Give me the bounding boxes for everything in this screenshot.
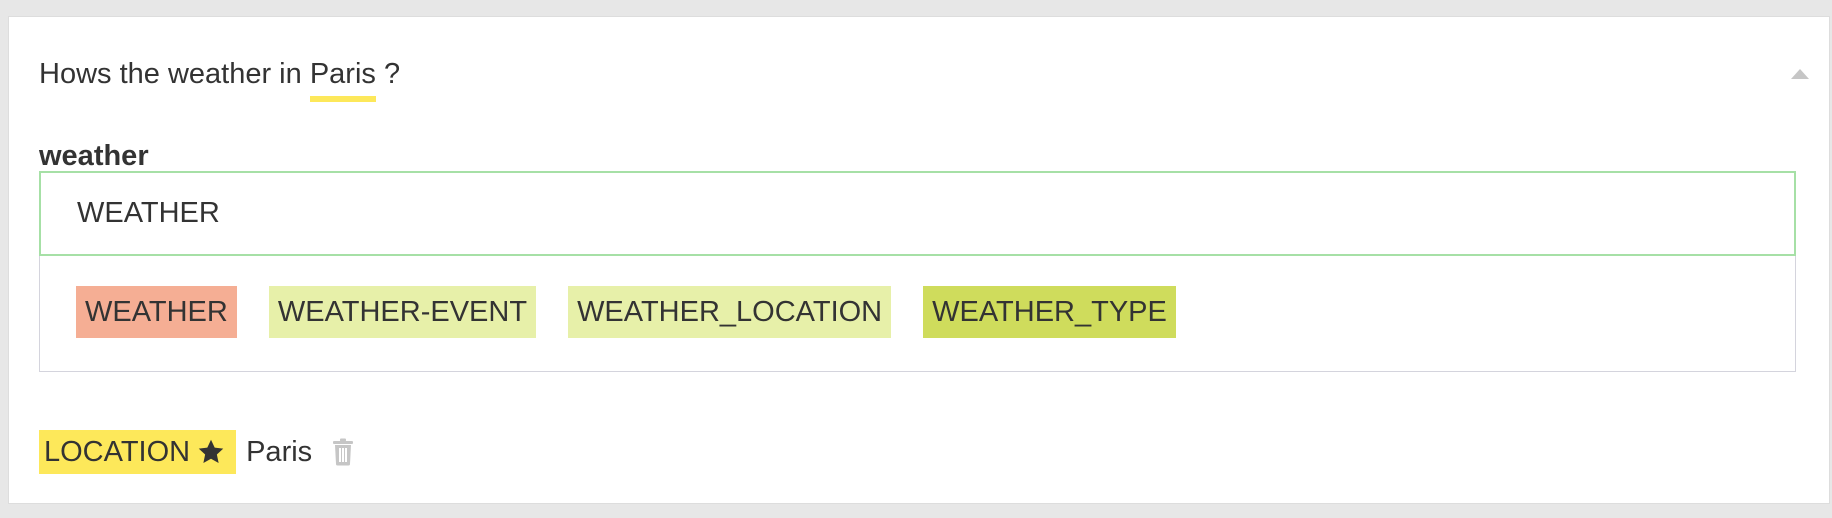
entity-value: Paris bbox=[246, 435, 313, 468]
suggestion-weather-event[interactable]: WEATHER-EVENT bbox=[268, 286, 537, 338]
trash-icon[interactable] bbox=[332, 438, 354, 466]
suggestion-weather-type[interactable]: WEATHER_TYPE bbox=[923, 286, 1176, 338]
star-icon[interactable] bbox=[196, 437, 226, 467]
entity-row: LOCATION Paris bbox=[39, 430, 354, 474]
intent-suggestions: WEATHER WEATHER-EVENT WEATHER_LOCATION W… bbox=[76, 286, 1176, 338]
entity-type-tag[interactable]: LOCATION bbox=[39, 430, 237, 474]
suggestion-weather-location[interactable]: WEATHER_LOCATION bbox=[568, 286, 892, 338]
sentence-prefix: Hows the weather in bbox=[39, 58, 310, 90]
intent-heading: weather bbox=[39, 140, 149, 172]
entity-type-label: LOCATION bbox=[44, 435, 191, 468]
example-sentence: Hows the weather in Paris ? bbox=[39, 55, 401, 102]
sentence-suffix: ? bbox=[375, 58, 401, 90]
intent-card: Hows the weather in Paris ? weather WEAT… bbox=[8, 16, 1830, 504]
intent-input[interactable] bbox=[39, 171, 1796, 256]
entity-highlight[interactable]: Paris bbox=[309, 55, 376, 102]
collapse-up-icon[interactable] bbox=[1791, 69, 1809, 79]
intent-selector: WEATHER WEATHER-EVENT WEATHER_LOCATION W… bbox=[39, 171, 1796, 372]
suggestion-weather[interactable]: WEATHER bbox=[76, 286, 237, 338]
